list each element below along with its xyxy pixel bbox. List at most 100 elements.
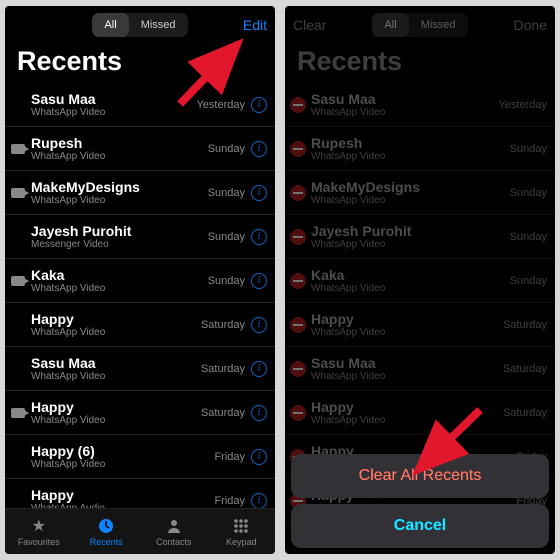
delete-icon[interactable] [290, 317, 306, 333]
call-time: Friday [214, 451, 245, 463]
delete-icon[interactable] [290, 185, 306, 201]
video-icon [11, 408, 25, 418]
call-name: Happy [311, 311, 503, 327]
list-item[interactable]: MakeMyDesignsWhatsApp VideoSundayi [5, 171, 275, 215]
delete-icon[interactable] [290, 229, 306, 245]
list-item[interactable]: Jayesh PurohitMessenger VideoSundayi [5, 215, 275, 259]
call-name: Kaka [311, 267, 510, 283]
list-item[interactable]: Sasu MaaWhatsApp VideoYesterdayi [5, 83, 275, 127]
seg-all[interactable]: All [372, 13, 408, 37]
list-item[interactable]: HappyWhatsApp VideoSaturdayi [5, 303, 275, 347]
header: Clear All Missed Done [285, 6, 555, 44]
call-time: Sunday [510, 187, 547, 199]
list-item[interactable]: Sasu MaaWhatsApp VideoYesterday [285, 83, 555, 127]
info-icon[interactable]: i [251, 317, 267, 333]
delete-icon[interactable] [290, 97, 306, 113]
list-item[interactable]: Happy (6)WhatsApp VideoFridayi [5, 435, 275, 479]
seg-all[interactable]: All [92, 13, 128, 37]
header: All Missed Edit [5, 6, 275, 44]
call-time: Sunday [208, 187, 245, 199]
list-item[interactable]: RupeshWhatsApp VideoSundayi [5, 127, 275, 171]
list-item[interactable]: HappyWhatsApp VideoSaturday [285, 303, 555, 347]
list-item[interactable]: Jayesh PurohitWhatsApp VideoSunday [285, 215, 555, 259]
info-icon[interactable]: i [251, 405, 267, 421]
call-name: Happy [31, 399, 201, 415]
seg-missed[interactable]: Missed [409, 13, 468, 37]
call-sub: WhatsApp Video [311, 327, 503, 338]
info-icon[interactable]: i [251, 273, 267, 289]
call-name: Kaka [31, 267, 208, 283]
segmented-control[interactable]: All Missed [92, 13, 187, 37]
call-name: Happy [31, 487, 214, 503]
list-item[interactable]: HappyWhatsApp VideoSaturday i [5, 391, 275, 435]
call-sub: WhatsApp Video [31, 283, 208, 294]
tab-bar: ★ Favourites Recents Contacts Keypa [5, 508, 275, 554]
recents-list[interactable]: Sasu MaaWhatsApp VideoYesterdayiRupeshWh… [5, 83, 275, 554]
list-item[interactable]: KakaWhatsApp VideoSundayi [5, 259, 275, 303]
edit-button[interactable]: Edit [219, 17, 267, 33]
tab-contacts[interactable]: Contacts [140, 509, 208, 554]
call-time: Friday [214, 495, 245, 507]
info-icon[interactable]: i [251, 185, 267, 201]
info-icon[interactable]: i [251, 229, 267, 245]
call-sub: WhatsApp Video [31, 415, 201, 426]
call-sub: WhatsApp Video [311, 107, 498, 118]
phone-recents: All Missed Edit Recents Sasu MaaWhatsApp… [5, 6, 275, 554]
info-icon[interactable]: i [251, 97, 267, 113]
clear-all-recents-button[interactable]: Clear All Recents [291, 454, 549, 498]
call-time: Sunday [510, 143, 547, 155]
list-item[interactable]: RupeshWhatsApp VideoSunday [285, 127, 555, 171]
delete-icon[interactable] [290, 361, 306, 377]
info-icon[interactable]: i [251, 361, 267, 377]
tab-favourites[interactable]: ★ Favourites [5, 509, 73, 554]
call-name: Happy [31, 311, 201, 327]
page-title: Recents [5, 44, 275, 83]
call-name: Happy [311, 399, 503, 415]
page-title: Recents [285, 44, 555, 83]
delete-icon[interactable] [290, 141, 306, 157]
call-sub: Messenger Video [31, 239, 208, 250]
done-button[interactable]: Done [499, 17, 547, 33]
tab-recents[interactable]: Recents [73, 509, 141, 554]
phone-recents-edit: Clear All Missed Done Recents Sasu MaaWh… [285, 6, 555, 554]
call-name: Sasu Maa [311, 355, 503, 371]
seg-missed[interactable]: Missed [129, 13, 188, 37]
list-item[interactable]: MakeMyDesignsWhatsApp VideoSunday [285, 171, 555, 215]
call-sub: WhatsApp Video [311, 239, 510, 250]
call-name: Jayesh Purohit [311, 223, 510, 239]
segmented-control[interactable]: All Missed [372, 13, 467, 37]
list-item[interactable]: HappyWhatsApp VideoSaturday [285, 391, 555, 435]
call-sub: WhatsApp Video [311, 283, 510, 294]
info-icon[interactable]: i [251, 493, 267, 509]
list-item[interactable]: Sasu MaaWhatsApp VideoSaturday i [5, 347, 275, 391]
action-sheet: Clear All Recents Cancel [291, 454, 549, 548]
call-name: Sasu Maa [311, 91, 498, 107]
call-name: Rupesh [31, 135, 208, 151]
call-sub: WhatsApp Video [311, 371, 503, 382]
call-name: Happy (6) [31, 443, 214, 459]
list-item[interactable]: Sasu MaaWhatsApp VideoSaturday [285, 347, 555, 391]
call-name: MakeMyDesigns [31, 179, 208, 195]
call-sub: WhatsApp Video [31, 459, 214, 470]
info-icon[interactable]: i [251, 449, 267, 465]
call-name: Rupesh [311, 135, 510, 151]
call-sub: WhatsApp Video [31, 371, 201, 382]
call-name: MakeMyDesigns [311, 179, 510, 195]
call-time: Saturday [201, 407, 245, 419]
list-item[interactable]: KakaWhatsApp VideoSunday [285, 259, 555, 303]
call-time: Sunday [510, 231, 547, 243]
tab-keypad[interactable]: Keypad [208, 509, 276, 554]
call-name: Sasu Maa [31, 355, 201, 371]
call-time: Saturday [503, 363, 547, 375]
call-sub: WhatsApp Video [311, 195, 510, 206]
clear-button[interactable]: Clear [293, 17, 341, 33]
call-time: Saturday [503, 407, 547, 419]
call-time: Saturday [201, 363, 245, 375]
person-icon [165, 517, 183, 535]
delete-icon[interactable] [290, 273, 306, 289]
call-sub: WhatsApp Video [311, 415, 503, 426]
video-icon [11, 144, 25, 154]
cancel-button[interactable]: Cancel [291, 504, 549, 548]
delete-icon[interactable] [290, 405, 306, 421]
info-icon[interactable]: i [251, 141, 267, 157]
